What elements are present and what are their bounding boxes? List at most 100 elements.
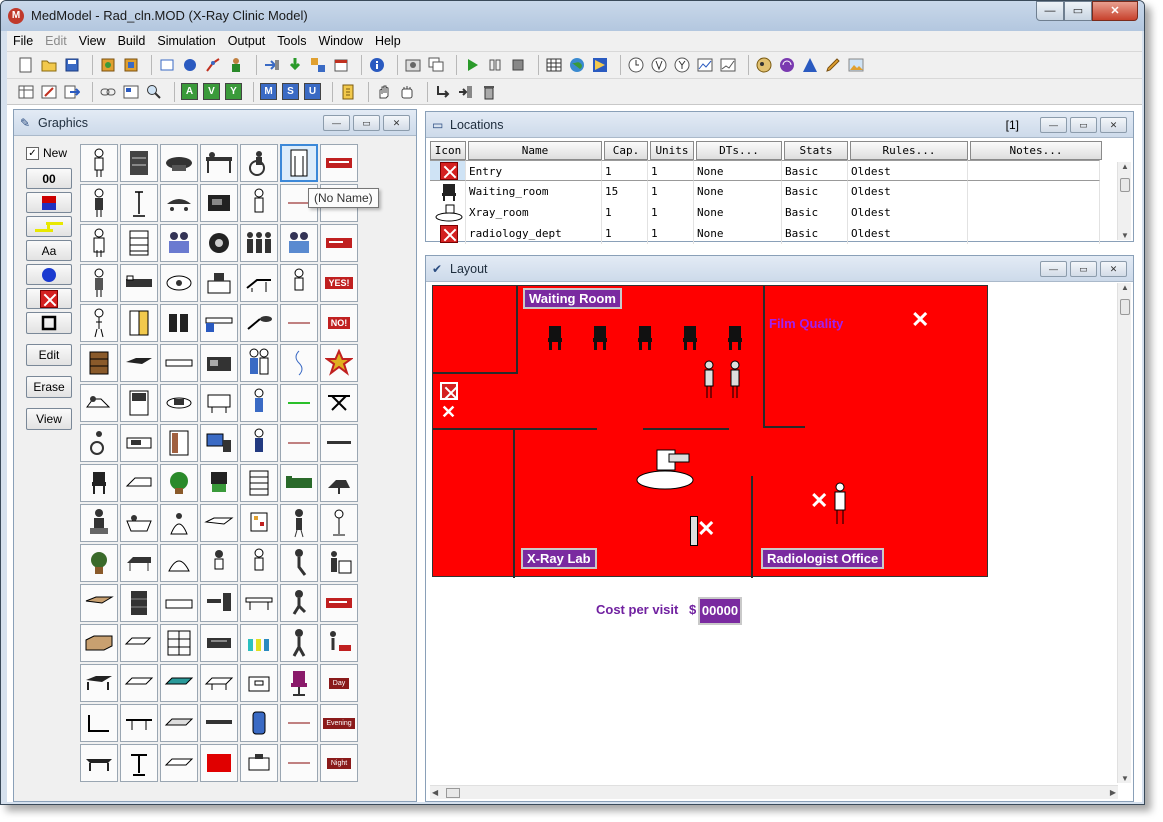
row-rules[interactable]: Oldest xyxy=(848,181,968,202)
library-icon-shelf[interactable] xyxy=(120,224,158,262)
scroll-down-arrow-icon[interactable]: ▼ xyxy=(1118,231,1132,240)
scroll-thumb[interactable] xyxy=(1120,299,1130,315)
library-icon-bench-4[interactable] xyxy=(120,704,158,742)
library-icon-yes-badge[interactable]: YES! xyxy=(320,264,358,302)
library-icon-pair-staff[interactable] xyxy=(240,344,278,382)
row-rules[interactable]: Oldest xyxy=(848,223,968,244)
minimize-button[interactable]: — xyxy=(1036,1,1064,21)
library-icon-day-badge[interactable]: Day xyxy=(320,664,358,702)
menu-output[interactable]: Output xyxy=(228,34,266,48)
library-icon-doorway[interactable] xyxy=(280,144,318,182)
link-icon[interactable] xyxy=(99,83,117,101)
layout-maximize-button[interactable]: ▭ xyxy=(1070,261,1097,277)
library-icon-bench[interactable] xyxy=(160,344,198,382)
counter-tool-button[interactable]: 00 xyxy=(26,168,72,189)
library-icon-placeholder-5[interactable] xyxy=(280,744,318,782)
region-tool-button[interactable] xyxy=(26,312,72,334)
row-cap[interactable]: 1 xyxy=(602,202,648,223)
path-network-icon[interactable] xyxy=(204,56,222,74)
radiologist-figure[interactable] xyxy=(831,482,849,526)
cost-per-visit-counter[interactable]: 00000 xyxy=(698,597,742,625)
row-icon-cell[interactable] xyxy=(430,223,466,244)
close-button[interactable]: ✕ xyxy=(1092,1,1138,21)
library-icon-wheelchair-2[interactable] xyxy=(80,424,118,462)
library-icon-seated-blue[interactable] xyxy=(280,224,318,262)
run-icon[interactable] xyxy=(463,56,481,74)
row-stats[interactable]: Basic xyxy=(782,160,848,181)
simulation-options-icon[interactable] xyxy=(404,56,422,74)
col-header-name[interactable]: Name xyxy=(468,141,602,160)
row-icon-cell[interactable] xyxy=(430,160,466,181)
library-icon-nurse[interactable] xyxy=(240,184,278,222)
library-icon-desk[interactable] xyxy=(200,144,238,182)
library-icon-sink[interactable] xyxy=(120,424,158,462)
library-icon-chair[interactable] xyxy=(80,464,118,502)
scroll-down-arrow-icon[interactable]: ▼ xyxy=(1118,774,1132,783)
library-icon-locker-yellow[interactable] xyxy=(120,304,158,342)
library-icon-canister[interactable] xyxy=(240,704,278,742)
menu-help[interactable]: Help xyxy=(375,34,401,48)
library-icon-mechanic[interactable] xyxy=(80,504,118,542)
new-checkbox-row[interactable]: ✓ New xyxy=(26,146,76,160)
library-icon-no-badge[interactable]: NO! xyxy=(320,304,358,342)
row-name[interactable]: Waiting_room xyxy=(466,181,602,202)
library-icon-stand-2[interactable] xyxy=(120,744,158,782)
row-units[interactable]: 1 xyxy=(648,181,694,202)
library-icon-walker-person[interactable] xyxy=(280,504,318,542)
library-icon-staff[interactable] xyxy=(80,184,118,222)
library-icon-mat[interactable] xyxy=(160,704,198,742)
col-header-dts[interactable]: DTs... xyxy=(696,141,782,160)
library-icon-red-block[interactable] xyxy=(200,744,238,782)
graphics-close-button[interactable]: ✕ xyxy=(383,115,410,131)
radiologist-x-icon[interactable]: ✕ xyxy=(810,490,828,512)
library-icon-placeholder-4[interactable] xyxy=(280,704,318,742)
row-cap[interactable]: 1 xyxy=(602,160,648,181)
stop-icon[interactable] xyxy=(509,56,527,74)
text-tool-button[interactable]: Aa xyxy=(26,240,72,261)
conveyor-tool-button[interactable] xyxy=(26,216,72,237)
library-icon-computer[interactable] xyxy=(200,424,238,462)
col-header-stats[interactable]: Stats xyxy=(784,141,848,160)
row-dts[interactable]: None xyxy=(694,160,782,181)
library-icon-table-3[interactable] xyxy=(80,744,118,782)
library-icon-bag[interactable] xyxy=(160,504,198,542)
library-icon-machine[interactable] xyxy=(240,744,278,782)
hand-grab-icon[interactable] xyxy=(398,83,416,101)
new-file-icon[interactable] xyxy=(17,56,35,74)
menu-build[interactable]: Build xyxy=(118,34,146,48)
menu-file[interactable]: File xyxy=(13,34,33,48)
resource-icon[interactable] xyxy=(227,56,245,74)
entry-exit-x-icon[interactable]: ✕ xyxy=(441,402,456,422)
library-icon-reception[interactable] xyxy=(320,544,358,582)
triangle-icon[interactable] xyxy=(801,56,819,74)
sim-runner-icon[interactable] xyxy=(778,56,796,74)
library-icon-counter[interactable] xyxy=(200,304,238,342)
library-icon-sofa[interactable] xyxy=(280,464,318,502)
pencil-edit-icon[interactable] xyxy=(824,56,842,74)
row-dts[interactable]: None xyxy=(694,202,782,223)
library-icon-desk-wood[interactable] xyxy=(80,584,118,622)
gauge-tool-button[interactable] xyxy=(26,192,72,213)
row-stats[interactable]: Basic xyxy=(782,181,848,202)
library-icon-scanner[interactable] xyxy=(200,224,238,262)
layout-vertical-scrollbar[interactable]: ▲ ▼ xyxy=(1117,283,1131,783)
library-icon-board[interactable] xyxy=(200,704,238,742)
library-icon-bed-3[interactable] xyxy=(120,624,158,662)
library-icon-pillow[interactable] xyxy=(160,544,198,582)
library-icon-bench-5[interactable] xyxy=(160,744,198,782)
library-icon-patient[interactable] xyxy=(80,264,118,302)
library-icon-dresser[interactable] xyxy=(80,344,118,382)
library-icon-doctor[interactable] xyxy=(80,224,118,262)
row-rules[interactable]: Oldest xyxy=(848,160,968,181)
rectangle-tool-icon[interactable] xyxy=(158,56,176,74)
library-icon-bottles[interactable] xyxy=(240,624,278,662)
row-icon-cell[interactable] xyxy=(430,202,466,223)
erase-button[interactable]: Erase xyxy=(26,376,72,398)
library-icon-cabinet-2[interactable] xyxy=(120,384,158,422)
library-icon-dental-chair[interactable] xyxy=(320,464,358,502)
col-header-icon[interactable]: Icon xyxy=(430,141,466,160)
film-quality-label[interactable]: Film Quality xyxy=(769,316,843,331)
library-icon-filing[interactable] xyxy=(120,584,158,622)
library-icon-table-dark[interactable] xyxy=(120,344,158,382)
menu-view[interactable]: View xyxy=(79,34,106,48)
